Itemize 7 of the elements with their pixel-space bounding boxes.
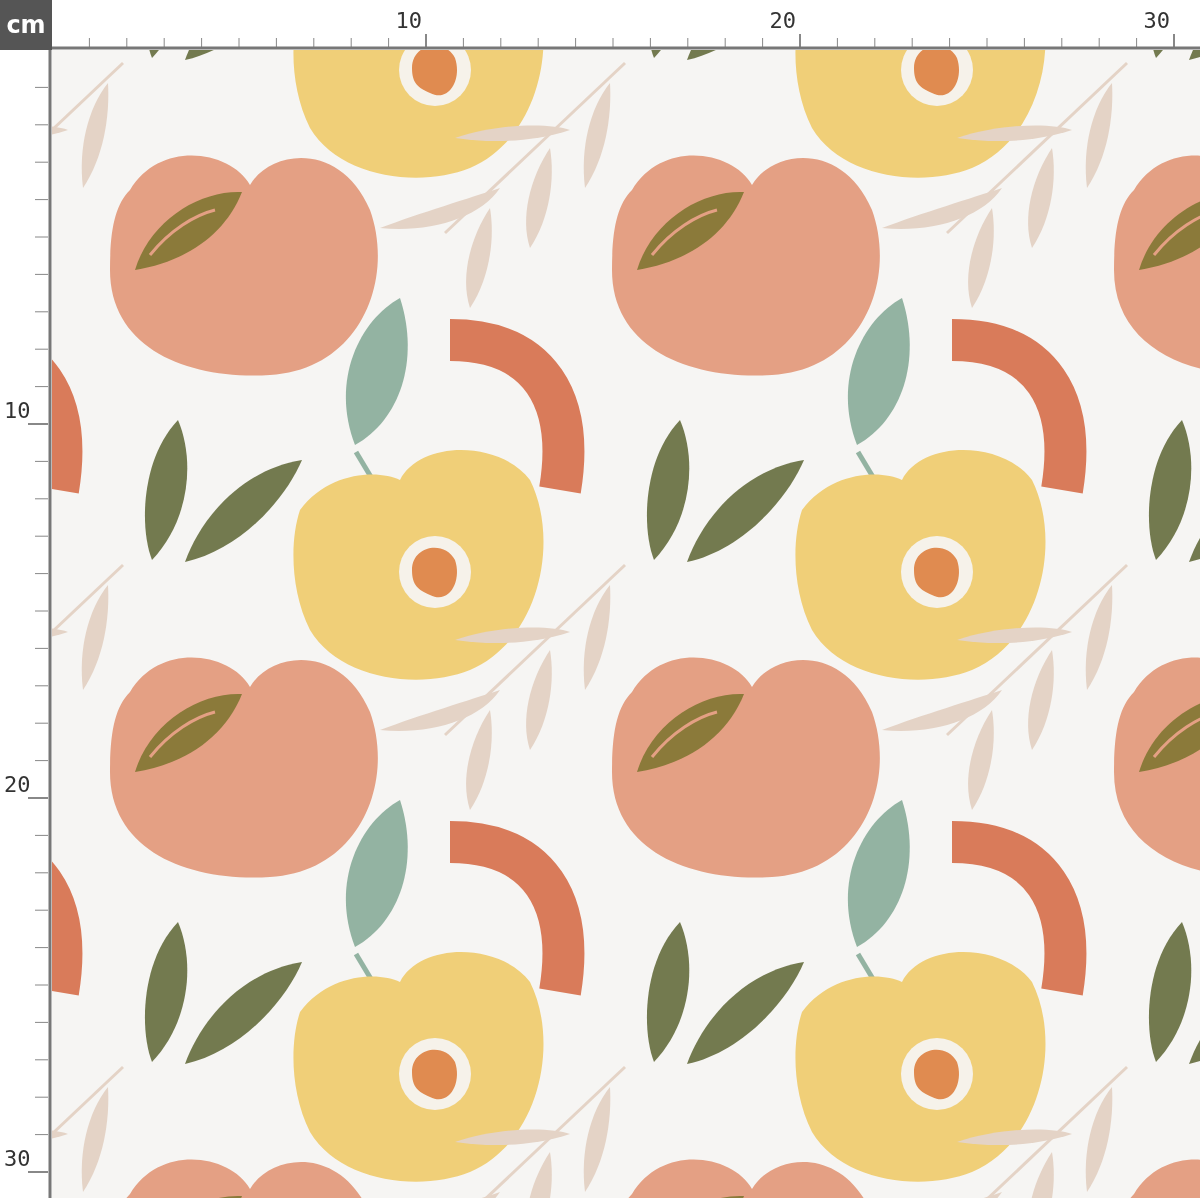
ruler-label: 10 [395,8,422,33]
ruler-label: 20 [769,8,796,33]
unit-label: cm [0,0,52,50]
ruler-label: 30 [1143,8,1170,33]
ruler-label: 10 [4,398,31,423]
ruler-label: 30 [4,1146,31,1171]
ruler-label: 20 [4,772,31,797]
